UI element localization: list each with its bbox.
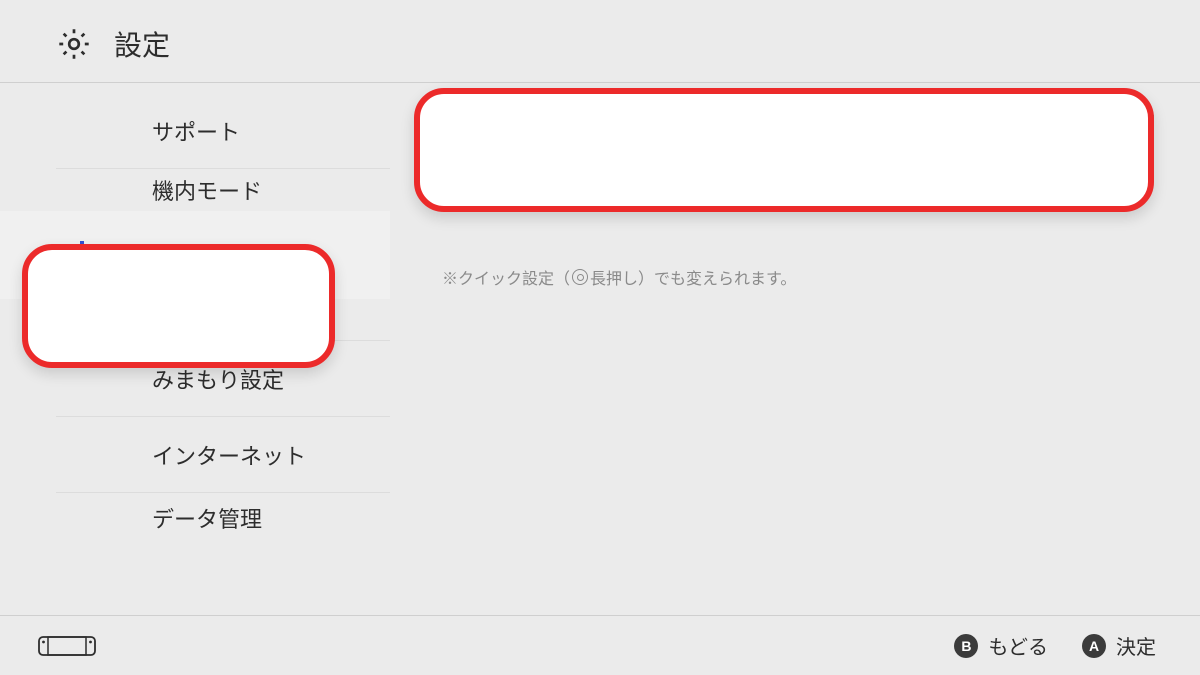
- option-value: ON: [1092, 135, 1123, 158]
- back-button-label: もどる: [988, 631, 1048, 660]
- sidebar-item-support[interactable]: サポート: [56, 93, 390, 169]
- sidebar-item-airplane-mode[interactable]: 機内モード: [56, 169, 390, 211]
- brightness-slider-track[interactable]: [500, 203, 1104, 206]
- a-button-icon: A: [1082, 634, 1106, 658]
- confirm-button-label: 決定: [1116, 631, 1156, 660]
- page-title: 設定: [114, 24, 170, 64]
- home-button-icon: [572, 269, 588, 285]
- sidebar-item-label: サポート: [152, 115, 240, 147]
- sidebar-item-label: データ管理: [152, 502, 262, 534]
- b-button-icon: B: [954, 634, 978, 658]
- auto-brightness-option[interactable]: 明るさの自動調節 ON: [438, 115, 1154, 177]
- sidebar-item-label: みまもり設定: [152, 363, 284, 395]
- sidebar: サポート 機内モード 画面の明るさ ロック みまもり設定 インターネット データ…: [0, 83, 390, 615]
- sidebar-item-label: 機内モード: [152, 174, 262, 206]
- sidebar-item-screen-brightness[interactable]: 画面の明るさ: [0, 211, 390, 299]
- sidebar-item-internet[interactable]: インターネット: [56, 417, 390, 493]
- sidebar-item-label: ロック: [152, 298, 218, 330]
- selection-indicator: [80, 241, 84, 269]
- brightness-slider-row[interactable]: [438, 177, 1154, 221]
- sidebar-item-lock[interactable]: ロック: [56, 299, 390, 341]
- gear-icon: [56, 26, 92, 62]
- controller-icon: [38, 634, 96, 658]
- sidebar-item-label: インターネット: [152, 439, 306, 471]
- sun-small-icon: [468, 198, 480, 210]
- sidebar-item-parental-controls[interactable]: みまもり設定: [56, 341, 390, 417]
- main-panel: 明るさの自動調節 ON ※クイック設定（ 長押し）でも変えられます。: [390, 83, 1200, 615]
- confirm-button[interactable]: A 決定: [1082, 631, 1156, 660]
- sidebar-item-label: 画面の明るさ: [98, 239, 230, 271]
- sidebar-item-data-management[interactable]: データ管理: [56, 493, 390, 543]
- option-label: 明るさの自動調節: [469, 130, 645, 162]
- back-button[interactable]: B もどる: [954, 631, 1048, 660]
- header: 設定: [0, 0, 1200, 82]
- quick-settings-note: ※クイック設定（ 長押し）でも変えられます。: [442, 265, 1154, 289]
- footer: B もどる A 決定: [0, 615, 1200, 675]
